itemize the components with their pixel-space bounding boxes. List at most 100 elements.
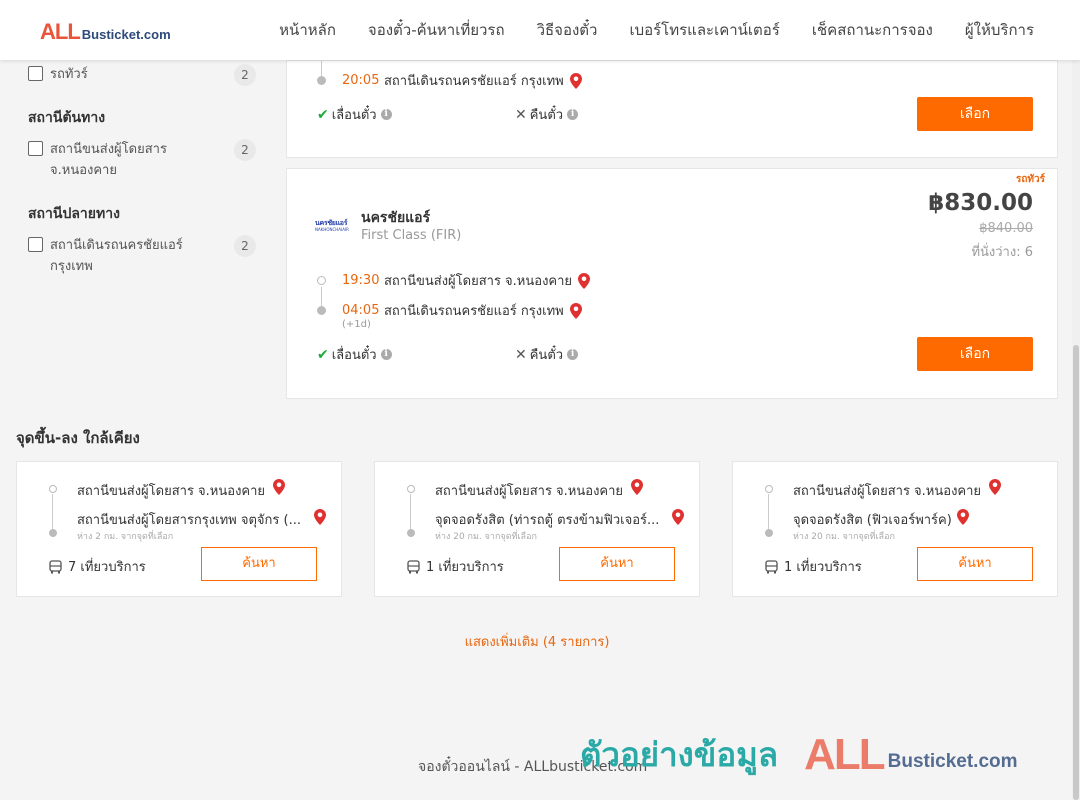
nearby-from: สถานีขนส่งผู้โดยสาร จ.หนองคาย <box>435 484 624 499</box>
filter-sidebar: รถทัวร์ 2 สถานีต้นทาง สถานีขนส่งผู้โดยสา… <box>28 60 258 287</box>
nav-contacts[interactable]: เบอร์โทรและเคาน์เตอร์ <box>613 18 795 42</box>
reschedule-label: เลื่อนตั๋ว <box>331 108 377 123</box>
info-icon[interactable]: i <box>380 109 392 120</box>
info-icon[interactable]: i <box>567 349 579 360</box>
site-header: ALL Busticket.com หน้าหลัก จองตั๋ว-ค้นหา… <box>0 0 1080 60</box>
stop-dot <box>317 276 326 285</box>
seats-available: ที่นั่งว่าง: 6 <box>971 245 1033 260</box>
stop-dot <box>49 485 57 493</box>
scrollbar-thumb[interactable] <box>1073 345 1079 800</box>
map-pin-icon[interactable] <box>314 509 326 525</box>
map-pin-icon[interactable] <box>578 272 591 289</box>
logo-rest-text: Busticket.com <box>81 27 171 42</box>
map-pin-icon[interactable] <box>957 509 969 525</box>
filter-bus-type[interactable]: รถทัวร์ 2 <box>28 64 258 86</box>
refund-policy: ✕ คืนตั๋ว i <box>515 104 579 125</box>
stop-dot <box>765 485 773 493</box>
nearby-search-button[interactable]: ค้นหา <box>917 547 1033 581</box>
arrival-time: 04:05 <box>342 303 380 318</box>
operator-class: First Class (FIR) <box>361 228 462 243</box>
nav-check-status[interactable]: เช็คสถานะการจอง <box>796 18 949 42</box>
dest-section-title: สถานีปลายทาง <box>28 206 120 222</box>
nearby-trip-count: 1 เที่ยวบริการ <box>407 556 504 577</box>
stop-dot <box>317 306 326 315</box>
trip-count-label: 1 เที่ยวบริการ <box>784 560 862 575</box>
show-more-link[interactable]: แสดงเพิ่มเติม (4 รายการ) <box>0 631 1074 652</box>
map-pin-icon[interactable] <box>569 302 582 319</box>
nearby-search-button[interactable]: ค้นหา <box>201 547 317 581</box>
stop-dot <box>317 76 326 85</box>
check-icon: ✔ <box>317 346 329 363</box>
nav-how-to-book[interactable]: วิธีจองตั๋ว <box>521 18 614 42</box>
logo-all-text: ALL <box>40 19 81 44</box>
departure-stop: 19:30 สถานีขนส่งผู้โดยสาร จ.หนองคาย <box>317 270 591 291</box>
watermark: ตัวอย่างข้อมูล ALL Busticket.com <box>580 728 1018 781</box>
trip-count-label: 1 เที่ยวบริการ <box>426 560 504 575</box>
check-icon: ✔ <box>317 106 329 123</box>
filter-label: รถทัวร์ <box>50 67 88 82</box>
reschedule-policy: ✔ เลื่อนตั๋ว i <box>317 104 392 125</box>
count-badge: 2 <box>234 235 256 257</box>
original-price: ฿840.00 <box>979 221 1033 236</box>
x-icon: ✕ <box>515 106 527 123</box>
trip-count-label: 7 เที่ยวบริการ <box>68 560 146 575</box>
origin-section-title: สถานีต้นทาง <box>28 110 106 126</box>
map-pin-icon[interactable] <box>989 479 1001 495</box>
trip-card: รถทัวร์ นครชัยแอร์ NAKHONCHAIAIR นครชัยแ… <box>286 168 1058 399</box>
nav-home[interactable]: หน้าหลัก <box>263 18 352 42</box>
stop-dot <box>407 485 415 493</box>
filter-checkbox[interactable] <box>28 66 43 81</box>
filter-checkbox[interactable] <box>28 141 43 156</box>
nav-book-search[interactable]: จองตั๋ว-ค้นหาเที่ยวรถ <box>352 18 521 42</box>
arrival-station: สถานีเดินรถนครชัยแอร์ กรุงเทพ <box>384 304 564 319</box>
refund-policy: ✕ คืนตั๋ว i <box>515 344 579 365</box>
info-icon[interactable]: i <box>567 109 579 120</box>
arrival-time: 20:05 <box>342 73 380 88</box>
nearby-search-button[interactable]: ค้นหา <box>559 547 675 581</box>
arrival-station: สถานีเดินรถนครชัยแอร์ กรุงเทพ <box>384 74 564 89</box>
x-icon: ✕ <box>515 346 527 363</box>
nearby-card: สถานีขนส่งผู้โดยสาร จ.หนองคาย จุดจอดรังส… <box>732 461 1058 597</box>
select-trip-button[interactable]: เลือก <box>917 337 1033 371</box>
filter-origin[interactable]: สถานีขนส่งผู้โดยสาร จ.หนองคาย 2 <box>28 139 258 181</box>
filter-checkbox[interactable] <box>28 237 43 252</box>
nav-operators[interactable]: ผู้ให้บริการ <box>949 18 1050 42</box>
logo-bottom-text: NAKHONCHAIAIR <box>315 227 349 232</box>
nearby-to: จุดจอดรังสิต (ฟิวเจอร์พาร์ค) <box>793 513 952 528</box>
stop-dot <box>765 529 773 537</box>
arrival-stop: 04:05 สถานีเดินรถนครชัยแอร์ กรุงเทพ <box>317 300 582 321</box>
info-icon[interactable]: i <box>380 349 392 360</box>
main-nav: หน้าหลัก จองตั๋ว-ค้นหาเที่ยวรถ วิธีจองตั… <box>263 0 1050 60</box>
nearby-from: สถานีขนส่งผู้โดยสาร จ.หนองคาย <box>77 484 266 499</box>
refund-label: คืนตั๋ว <box>529 108 564 123</box>
select-trip-button[interactable]: เลือก <box>917 97 1033 131</box>
arrival-stop: 20:05 สถานีเดินรถนครชัยแอร์ กรุงเทพ <box>317 70 582 91</box>
filter-label: สถานีขนส่งผู้โดยสาร จ.หนองคาย <box>50 142 167 178</box>
departure-time: 19:30 <box>342 273 380 288</box>
watermark-all: ALL <box>804 729 886 779</box>
nearby-to: จุดจอดรังสิต (ท่ารถตู้ ตรงข้ามฟิวเจอร์..… <box>435 513 660 528</box>
nearby-trip-count: 1 เที่ยวบริการ <box>765 556 862 577</box>
filter-destination[interactable]: สถานีเดินรถนครชัยแอร์ กรุงเทพ 2 <box>28 235 258 277</box>
route-line <box>52 494 53 530</box>
nearby-card: สถานีขนส่งผู้โดยสาร จ.หนองคาย จุดจอดรังส… <box>374 461 700 597</box>
watermark-thai: ตัวอย่างข้อมูล <box>580 735 779 774</box>
map-pin-icon[interactable] <box>672 509 684 525</box>
operator-logo: นครชัยแอร์ NAKHONCHAIAIR <box>315 219 351 233</box>
logo-top-text: นครชัยแอร์ <box>315 219 348 227</box>
departure-station: สถานีขนส่งผู้โดยสาร จ.หนองคาย <box>384 274 573 289</box>
map-pin-icon[interactable] <box>273 479 285 495</box>
next-day-indicator: (+1d) <box>342 319 371 330</box>
nearby-distance: ห่าง 20 กม. จากจุดที่เลือก <box>435 532 537 542</box>
site-logo[interactable]: ALL Busticket.com <box>40 19 171 45</box>
ticket-price: ฿830.00 <box>928 190 1033 216</box>
map-pin-icon[interactable] <box>631 479 643 495</box>
stop-dot <box>407 529 415 537</box>
reschedule-policy: ✔ เลื่อนตั๋ว i <box>317 344 392 365</box>
route-line <box>410 494 411 530</box>
nearby-distance: ห่าง 2 กม. จากจุดที่เลือก <box>77 532 174 542</box>
nearby-distance: ห่าง 20 กม. จากจุดที่เลือก <box>793 532 895 542</box>
watermark-rest: Busticket.com <box>887 750 1018 772</box>
nearby-to: สถานีขนส่งผู้โดยสารกรุงเทพ จตุจักร (... <box>77 513 301 528</box>
map-pin-icon[interactable] <box>569 72 582 89</box>
